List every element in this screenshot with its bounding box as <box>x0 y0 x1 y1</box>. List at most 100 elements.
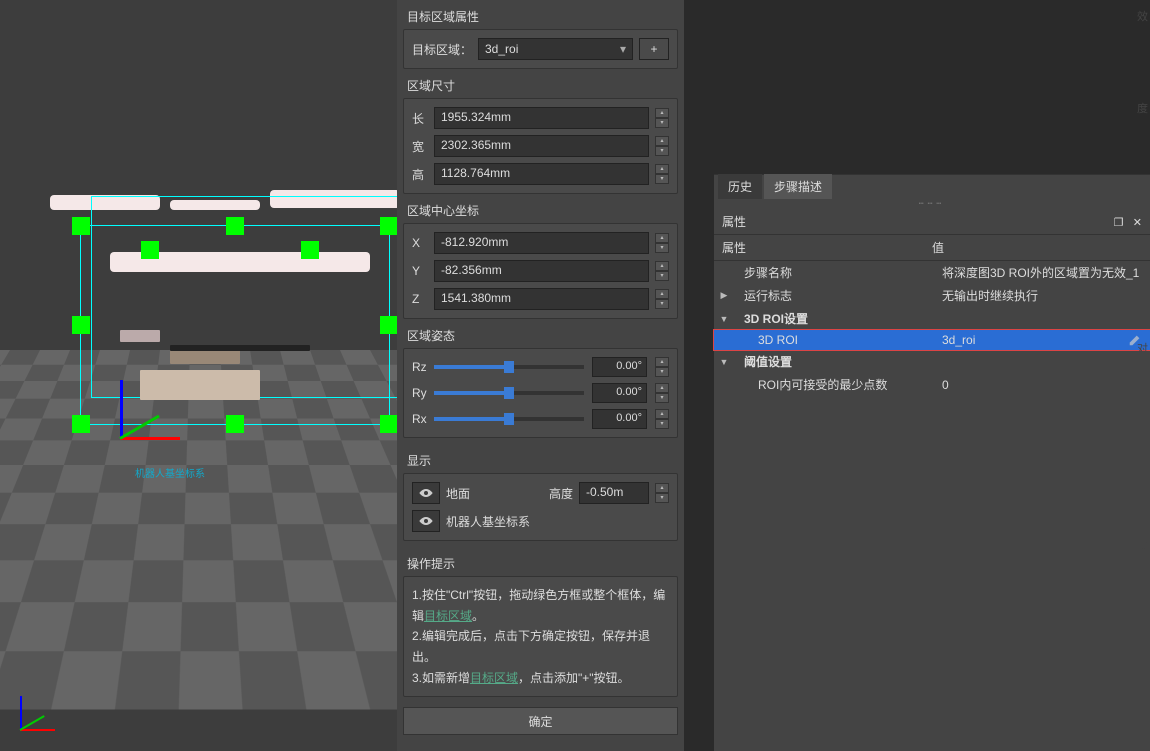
tree-row-3d-roi[interactable]: 3D ROI 3d_roi <box>714 330 1150 350</box>
top-empty-area <box>714 0 1150 175</box>
region-size-title: 区域尺寸 <box>397 75 684 98</box>
roi-handle[interactable] <box>141 241 159 259</box>
ry-value[interactable]: 0.00° <box>592 383 647 403</box>
display-title: 显示 <box>397 444 684 473</box>
ry-label: Ry <box>412 386 428 400</box>
eye-icon <box>418 515 434 527</box>
roi-handle[interactable] <box>380 217 397 235</box>
property-tree: 属性 值 步骤名称 将深度图3D ROI外的区域置为无效_1 ▶ 运行标志 无输… <box>714 235 1150 396</box>
rz-slider[interactable] <box>434 365 584 369</box>
eye-icon <box>418 487 434 499</box>
y-input[interactable]: -82.356mm <box>434 260 649 282</box>
tab-step-description[interactable]: 步骤描述 <box>764 174 832 199</box>
z-axis-icon <box>120 380 123 440</box>
close-icon[interactable]: ✕ <box>1133 217 1142 229</box>
spinner[interactable]: ▴▾ <box>655 357 669 377</box>
object <box>170 350 240 364</box>
z-input[interactable]: 1541.380mm <box>434 288 649 310</box>
hint-title: 操作提示 <box>397 547 684 576</box>
width-input[interactable]: 2302.365mm <box>434 135 649 157</box>
length-input[interactable]: 1955.324mm <box>434 107 649 129</box>
target-region-select[interactable]: 3d_roi <box>478 38 633 60</box>
hint-text: 1.按住"Ctrl"按钮，拖动绿色方框或整个框体，编辑目标区域。 2.编辑完成后… <box>412 585 669 688</box>
ground-height-input[interactable]: -0.50m <box>579 482 649 504</box>
roi-handle[interactable] <box>72 217 90 235</box>
spinner[interactable]: ▴▾ <box>655 289 669 309</box>
height-input[interactable]: 1128.764mm <box>434 163 649 185</box>
ground-label: 地面 <box>446 485 486 502</box>
right-panel: 历史 步骤描述 ┅┅┅ 属性 ❐ ✕ 属性 值 步骤名称 将深度图3D ROI外… <box>714 0 1150 751</box>
spinner[interactable]: ▴▾ <box>655 233 669 253</box>
x-label: X <box>412 236 428 250</box>
plus-icon: + <box>650 42 657 56</box>
col-value: 值 <box>932 239 944 256</box>
roi-handle[interactable] <box>380 316 397 334</box>
undock-icon[interactable]: ❐ <box>1114 217 1124 229</box>
tree-row-min-points[interactable]: ROI内可接受的最少点数 0 <box>714 373 1150 396</box>
ground-visibility-toggle[interactable] <box>412 482 440 504</box>
ry-slider[interactable] <box>434 391 584 395</box>
edge-text: IC <box>1137 540 1148 552</box>
rx-slider[interactable] <box>434 417 584 421</box>
x-input[interactable]: -812.920mm <box>434 232 649 254</box>
add-region-button[interactable]: + <box>639 38 669 60</box>
spinner[interactable]: ▴▾ <box>655 383 669 403</box>
spinner[interactable]: ▴▾ <box>655 261 669 281</box>
rx-value[interactable]: 0.00° <box>592 409 647 429</box>
width-label: 宽 <box>412 138 428 155</box>
drag-handle[interactable]: ┅┅┅ <box>714 199 1150 209</box>
height-label: 高 <box>412 166 428 183</box>
edge-text: 度 <box>1137 100 1148 116</box>
length-label: 长 <box>412 110 428 127</box>
tab-bar: 历史 步骤描述 <box>714 175 1150 199</box>
hint-link[interactable]: 目标区域 <box>470 671 518 685</box>
y-label: Y <box>412 264 428 278</box>
collapse-icon[interactable]: ▼ <box>718 314 730 324</box>
roi-handle[interactable] <box>72 316 90 334</box>
rz-value[interactable]: 0.00° <box>592 357 647 377</box>
rz-label: Rz <box>412 360 428 374</box>
z-axis-icon <box>20 696 22 731</box>
axis-label: 机器人基坐标系 <box>135 465 195 480</box>
region-pose-title: 区域姿态 <box>397 325 684 348</box>
edge-text: 对 <box>1137 340 1148 356</box>
spinner[interactable]: ▴▾ <box>655 108 669 128</box>
panel-title: 目标区域属性 <box>397 0 684 29</box>
expand-icon[interactable]: ▶ <box>718 290 730 301</box>
target-region-label: 目标区域： <box>412 41 472 58</box>
confirm-button[interactable]: 确定 <box>403 707 678 735</box>
tab-history[interactable]: 历史 <box>718 174 762 199</box>
edge-text: 效 <box>1137 8 1148 24</box>
viewport-3d[interactable]: 机器人基坐标系 <box>0 0 397 751</box>
collapse-icon[interactable]: ▼ <box>718 357 730 367</box>
tree-row-roi-settings[interactable]: ▼ 3D ROI设置 <box>714 307 1150 330</box>
z-label: Z <box>412 292 428 306</box>
tree-header: 属性 值 <box>714 235 1150 261</box>
robot-base-label: 机器人基坐标系 <box>446 513 530 530</box>
roi-handle[interactable] <box>226 217 244 235</box>
roi-handle[interactable] <box>380 415 397 433</box>
spinner[interactable]: ▴▾ <box>655 164 669 184</box>
hint-link[interactable]: 目标区域 <box>424 609 472 623</box>
x-axis-icon <box>120 437 180 440</box>
divider-panel <box>684 0 714 751</box>
height-label: 高度 <box>549 485 573 502</box>
spinner[interactable]: ▴▾ <box>655 136 669 156</box>
object <box>140 370 260 400</box>
col-property: 属性 <box>722 239 932 256</box>
roi-handle[interactable] <box>226 415 244 433</box>
object <box>120 330 160 342</box>
properties-title: 属性 <box>722 213 746 230</box>
roi-handle[interactable] <box>72 415 90 433</box>
spinner[interactable]: ▴▾ <box>655 483 669 503</box>
properties-header: 属性 ❐ ✕ <box>714 209 1150 235</box>
tree-row-threshold[interactable]: ▼ 阈值设置 <box>714 350 1150 373</box>
robot-base-visibility-toggle[interactable] <box>412 510 440 532</box>
object <box>170 345 310 351</box>
x-axis-icon <box>20 729 55 731</box>
tree-row-run-flag[interactable]: ▶ 运行标志 无输出时继续执行 <box>714 284 1150 307</box>
spinner[interactable]: ▴▾ <box>655 409 669 429</box>
roi-handle[interactable] <box>301 241 319 259</box>
target-region-panel: 目标区域属性 目标区域： 3d_roi + 区域尺寸 长 1955.324mm ▴▾… <box>397 0 684 751</box>
tree-row-step-name[interactable]: 步骤名称 将深度图3D ROI外的区域置为无效_1 <box>714 261 1150 284</box>
